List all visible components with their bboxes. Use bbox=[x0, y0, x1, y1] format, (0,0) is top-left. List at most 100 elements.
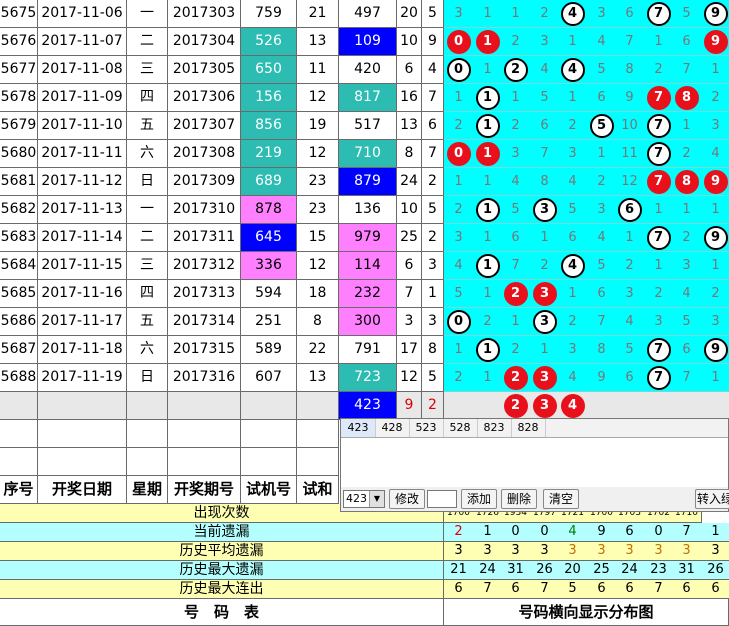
number-input[interactable] bbox=[427, 490, 457, 508]
number-ball: 3 bbox=[532, 309, 557, 334]
cell-rs: 12 bbox=[397, 364, 422, 392]
cell-seq: 5687 bbox=[0, 336, 38, 364]
number-ball: 4 bbox=[560, 1, 585, 26]
dist-cell: 11 bbox=[615, 140, 645, 168]
dist-cell: 3 bbox=[644, 308, 674, 336]
dist-cell: 6 bbox=[615, 196, 645, 224]
stat-row: 历史最大连出 6 7 6 7 5 6 6 7 6 6 bbox=[0, 580, 729, 599]
table-row: 5677 2017-11-08 三 2017305 650 11 420 6 4 0 1 2 4 4 5 8 2… bbox=[0, 56, 729, 84]
number-ball: 9 bbox=[703, 1, 728, 26]
stat-value: 3 bbox=[444, 542, 474, 561]
tab-number[interactable]: 423 bbox=[341, 419, 376, 437]
distribution-chart-title: 号码横向显示分布图 bbox=[444, 599, 729, 626]
table-row: 5684 2017-11-15 三 2017312 336 12 114 6 3 4 1 7 2 4 5 2 1… bbox=[0, 252, 729, 280]
cell-rs: 10 bbox=[397, 196, 422, 224]
empty-cell bbox=[0, 420, 38, 448]
cell-span: 4 bbox=[422, 56, 444, 84]
number-ball: 3 bbox=[532, 197, 557, 222]
number-ball: 0 bbox=[446, 29, 471, 54]
cell-trial: 689 bbox=[241, 168, 297, 196]
cell-seq: 5678 bbox=[0, 84, 38, 112]
cell-rs: 6 bbox=[397, 252, 422, 280]
dist-cell: 1 bbox=[644, 28, 674, 56]
dist-cell: 7 bbox=[644, 224, 674, 252]
cell-sum: 8 bbox=[297, 308, 339, 336]
dist-cell: 1 bbox=[473, 196, 503, 224]
header-issue: 开奖期号 bbox=[168, 476, 241, 504]
predict-sum bbox=[297, 392, 339, 420]
cell-week: 日 bbox=[127, 364, 168, 392]
dist-cell: 1 bbox=[644, 252, 674, 280]
tab-number[interactable]: 528 bbox=[443, 419, 478, 437]
dist-cell: 1 bbox=[501, 84, 531, 112]
cell-rs: 13 bbox=[397, 112, 422, 140]
dist-cell: 2 bbox=[501, 392, 531, 420]
header-trial: 试机号 bbox=[241, 476, 297, 504]
cell-result: 300 bbox=[339, 308, 397, 336]
number-ball: 1 bbox=[475, 29, 500, 54]
number-ball: 1 bbox=[475, 337, 500, 362]
dist-cell: 8 bbox=[530, 168, 560, 196]
tab-number[interactable]: 428 bbox=[375, 419, 410, 437]
dist-cell: 1 bbox=[473, 336, 503, 364]
cell-trial: 878 bbox=[241, 196, 297, 224]
empty-cell bbox=[297, 448, 339, 476]
cell-span: 8 bbox=[422, 336, 444, 364]
predict-span: 2 bbox=[422, 392, 444, 420]
stat-value: 0 bbox=[530, 523, 560, 542]
dist-cell: 5 bbox=[530, 84, 560, 112]
dist-cell: 5 bbox=[672, 0, 702, 28]
stat-value: 3 bbox=[644, 542, 674, 561]
number-ball: 7 bbox=[646, 225, 671, 250]
cell-issue: 2017304 bbox=[168, 28, 241, 56]
empty-cell bbox=[241, 420, 297, 448]
add-button[interactable]: 添加 bbox=[461, 489, 497, 509]
dist-cell: 1 bbox=[558, 28, 588, 56]
cell-span: 9 bbox=[422, 28, 444, 56]
delete-button[interactable]: 删除 bbox=[501, 489, 537, 509]
dist-cell: 1 bbox=[530, 336, 560, 364]
stat-value: 20 bbox=[558, 561, 588, 580]
dist-cell: 3 bbox=[530, 308, 560, 336]
cell-result: 817 bbox=[339, 84, 397, 112]
dist-cell: 1 bbox=[473, 140, 503, 168]
number-ball: 1 bbox=[475, 253, 500, 278]
dropdown-arrow-icon[interactable]: ▼ bbox=[369, 491, 384, 507]
cell-issue: 2017305 bbox=[168, 56, 241, 84]
dist-cell: 6 bbox=[587, 280, 617, 308]
dist-cell: 0 bbox=[444, 28, 474, 56]
dist-cell: 7 bbox=[644, 84, 674, 112]
cell-span: 7 bbox=[422, 140, 444, 168]
cell-result: 879 bbox=[339, 168, 397, 196]
cell-span: 5 bbox=[422, 0, 444, 28]
dist-cell: 7 bbox=[644, 0, 674, 28]
dist-cell: 4 bbox=[558, 0, 588, 28]
tab-number[interactable]: 828 bbox=[511, 419, 546, 437]
cell-seq: 5675 bbox=[0, 0, 38, 28]
cell-date: 2017-11-06 bbox=[38, 0, 127, 28]
cell-rs: 7 bbox=[397, 280, 422, 308]
dist-cell bbox=[615, 392, 645, 420]
dist-cell: 2 bbox=[501, 56, 531, 84]
tab-number[interactable]: 823 bbox=[477, 419, 512, 437]
dist-cell: 3 bbox=[530, 392, 560, 420]
cell-trial: 594 bbox=[241, 280, 297, 308]
cell-rs: 6 bbox=[397, 56, 422, 84]
dist-cell: 0 bbox=[444, 56, 474, 84]
table-row: 5678 2017-11-09 四 2017306 156 12 817 16 7 1 1 1 5 1 6 9… bbox=[0, 84, 729, 112]
cell-span: 6 bbox=[422, 112, 444, 140]
import-button[interactable]: 转入绿 bbox=[695, 489, 729, 509]
dist-cell: 4 bbox=[558, 252, 588, 280]
number-select[interactable]: 423 ▼ bbox=[343, 490, 385, 508]
tab-number[interactable]: 523 bbox=[409, 419, 444, 437]
dist-cell: 12 bbox=[615, 168, 645, 196]
panel-controls: 423 ▼ 修改 添加 删除 清空 转入绿 bbox=[341, 487, 729, 511]
dist-cell: 4 bbox=[501, 168, 531, 196]
dist-cell: 3 bbox=[558, 140, 588, 168]
predict-result: 423 bbox=[339, 392, 397, 420]
modify-button[interactable]: 修改 bbox=[389, 489, 425, 509]
cell-span: 1 bbox=[422, 280, 444, 308]
clear-button[interactable]: 清空 bbox=[543, 489, 579, 509]
dist-cell: 3 bbox=[530, 28, 560, 56]
predict-issue bbox=[168, 392, 241, 420]
